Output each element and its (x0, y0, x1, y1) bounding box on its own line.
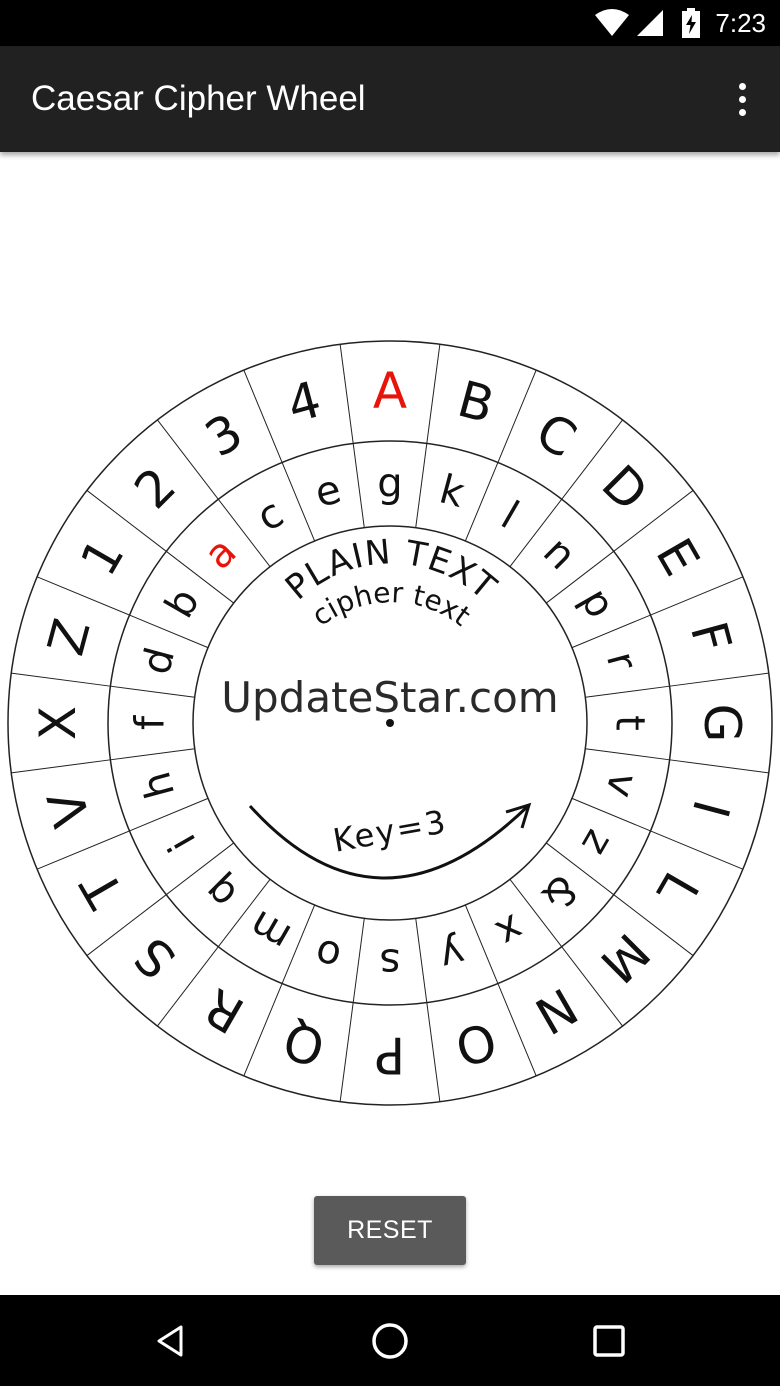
status-bar: 7:23 (0, 0, 780, 46)
back-icon[interactable] (121, 1295, 221, 1386)
home-icon[interactable] (340, 1295, 440, 1386)
cipher-wheel[interactable]: A B CDEFGILMNOPQRSTVXZ1234 g k lnprtvz&xysom… (0, 330, 780, 1120)
battery-charging-icon (682, 8, 701, 38)
signal-icon (637, 10, 664, 36)
watermark-text: UpdateStar.com (221, 673, 558, 722)
inner-ring-letter[interactable]: s (380, 940, 401, 986)
inner-ring-letter[interactable]: t (607, 715, 653, 731)
outer-ring-letter[interactable]: P (375, 1026, 405, 1084)
more-vert-icon[interactable] (724, 75, 760, 123)
status-clock: 7:23 (715, 7, 766, 38)
app-bar: Caesar Cipher Wheel (0, 46, 780, 152)
inner-ring-letter[interactable]: f (128, 715, 174, 730)
outer-ring-letter[interactable]: X (29, 706, 87, 740)
status-icons: 7:23 (595, 0, 780, 46)
app-title: Caesar Cipher Wheel (31, 79, 366, 118)
outer-ring-letter[interactable]: G (693, 704, 751, 743)
wheel-center-dot (386, 719, 394, 727)
reset-button[interactable]: RESET (314, 1196, 466, 1265)
outer-ring-letter[interactable]: A (373, 362, 407, 420)
recents-icon[interactable] (559, 1295, 659, 1386)
inner-ring-letter[interactable]: g (377, 461, 402, 507)
navigation-bar (0, 1295, 780, 1386)
wifi-icon (595, 9, 630, 36)
